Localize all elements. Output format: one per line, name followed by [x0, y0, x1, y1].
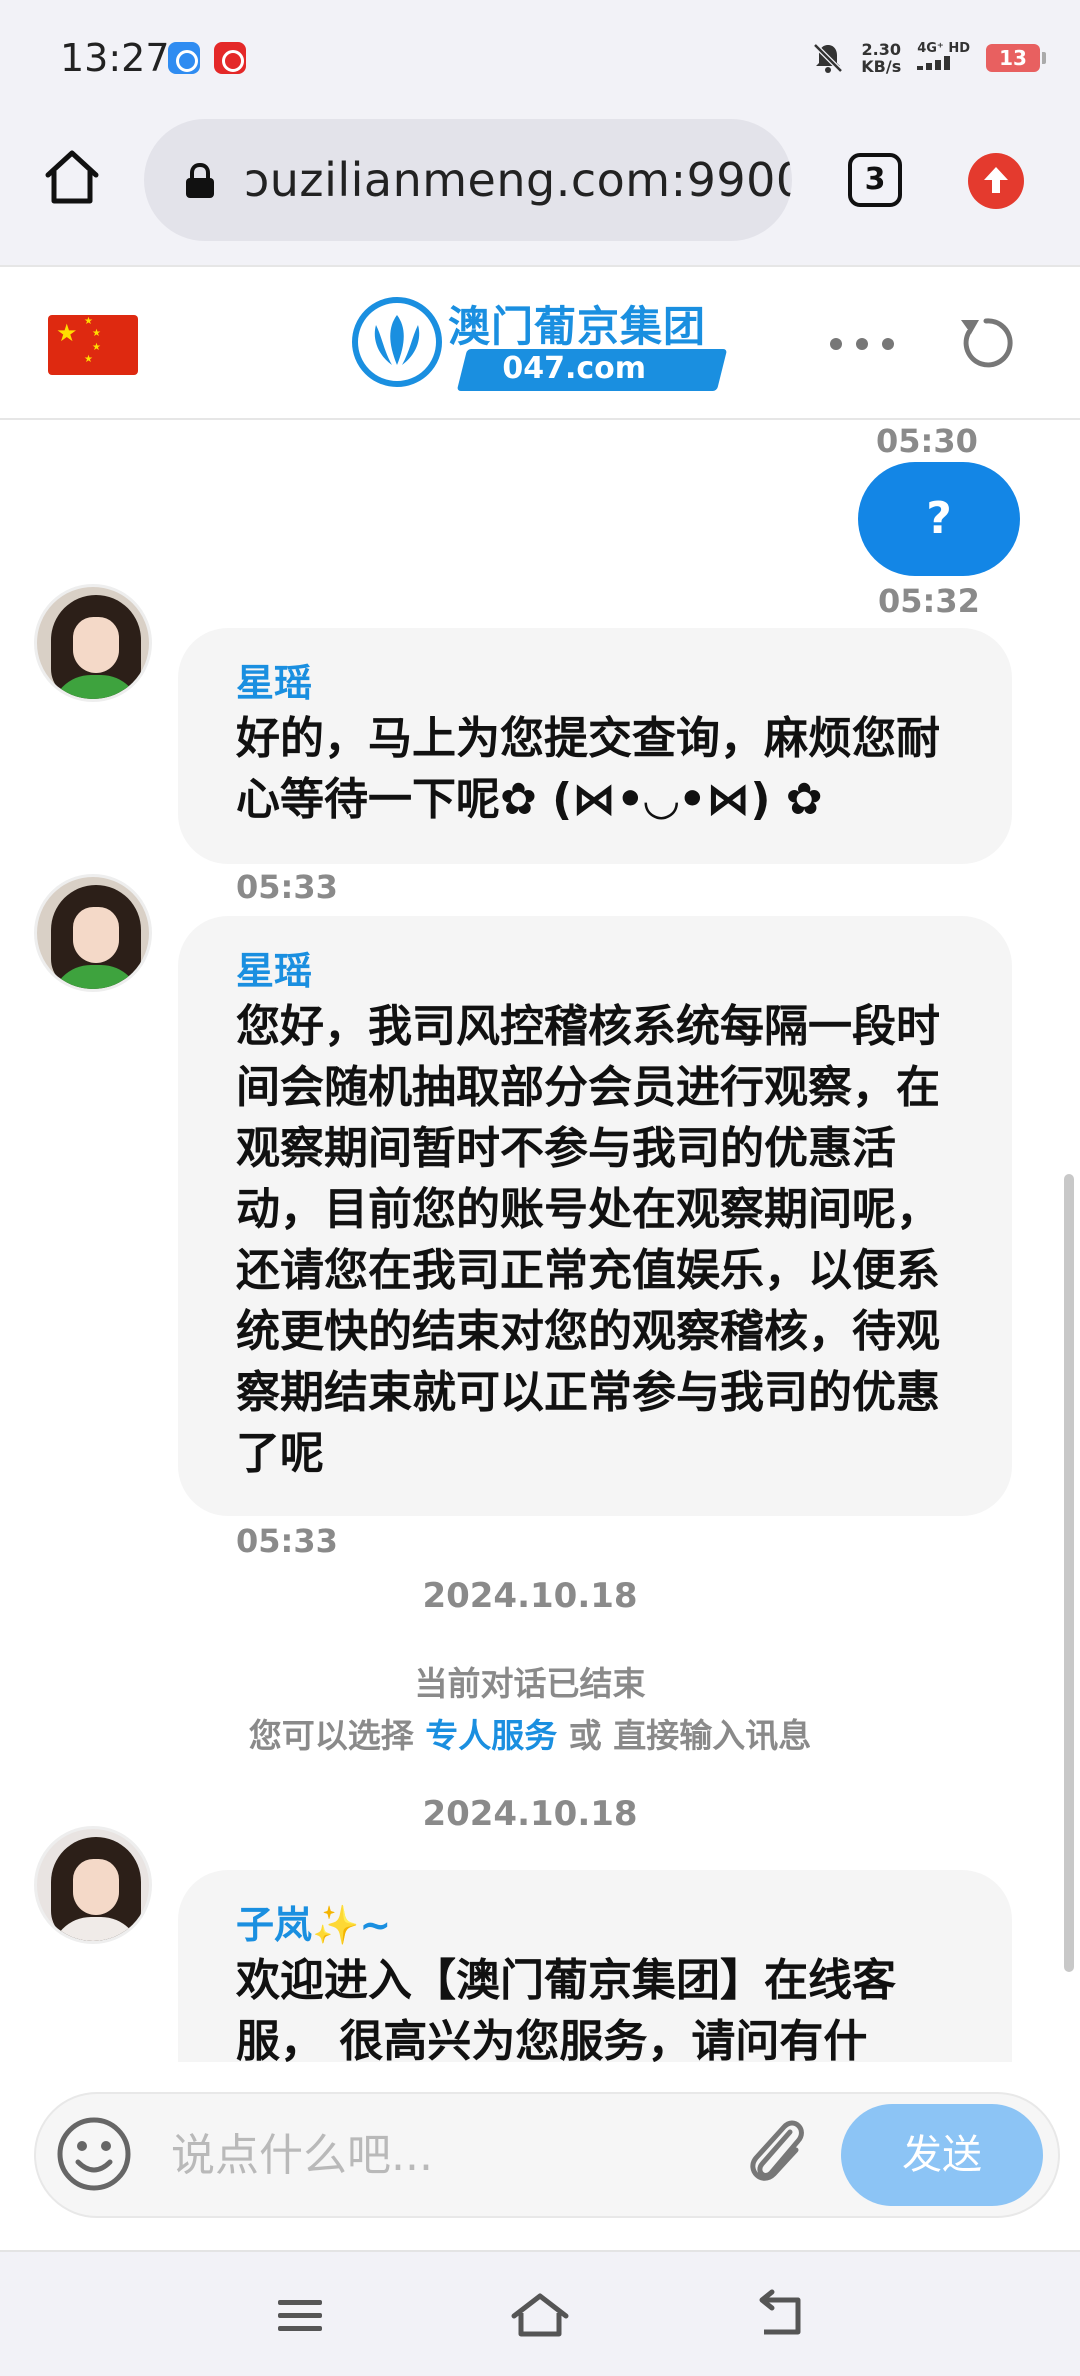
logo-emblem-icon	[352, 297, 442, 387]
back-icon[interactable]	[750, 2288, 810, 2344]
message-input[interactable]	[171, 2122, 731, 2188]
sender-name: 子岚✨~	[236, 1903, 392, 1947]
music-notification-icon	[214, 42, 246, 74]
message-time: 05:33	[236, 868, 338, 906]
human-service-link[interactable]: 专人服务	[425, 1716, 557, 1755]
tab-switcher-button[interactable]: 3	[848, 153, 902, 207]
app-notification-icon	[168, 42, 200, 74]
date-divider: 2024.10.18	[422, 1576, 638, 1616]
message-time: 05:30	[876, 422, 978, 460]
message-text: 好的，马上为您提交查询，麻烦您耐心等待一下呢✿ (⋈•◡•⋈) ✿	[236, 713, 940, 825]
agent-message-bubble: 星瑶 好的，马上为您提交查询，麻烦您耐心等待一下呢✿ (⋈•◡•⋈) ✿	[178, 628, 1012, 864]
conversation-ended-notice: 当前对话已结束 您可以选择 专人服务 或 直接输入讯息	[248, 1664, 812, 1755]
status-indicators: 2.30 KB/s 4G⁺ HD 13	[811, 36, 1046, 80]
upload-arrow-icon[interactable]	[968, 153, 1024, 209]
message-time: 05:32	[878, 582, 980, 620]
status-time: 13:27	[60, 36, 170, 80]
agent-message-bubble: 子岚✨~ 欢迎进入【澳门葡京集团】在线客服， 很高兴为您服务，请问有什	[178, 1870, 1012, 2062]
mute-bell-icon	[811, 41, 845, 75]
agent-avatar[interactable]	[34, 874, 152, 992]
user-message-bubble: ?	[858, 462, 1020, 576]
message-text: 您好，我司风控稽核系统每隔一段时间会随机抽取部分会员进行观察，在观察期间暂时不参…	[236, 1001, 940, 1479]
refresh-icon[interactable]	[955, 312, 1017, 374]
agent-avatar[interactable]	[34, 1826, 152, 1944]
emoji-icon[interactable]	[54, 2114, 134, 2194]
browser-toolbar: ɔuzilianmeng.com:9900 3	[0, 115, 1080, 265]
message-text: 欢迎进入【澳门葡京集团】在线客服， 很高兴为您服务，请问有什	[236, 1955, 896, 2062]
network-speed: 2.30 KB/s	[861, 40, 902, 76]
chat-scrollbar[interactable]	[1064, 1174, 1074, 1972]
message-composer: 发送	[34, 2092, 1060, 2218]
menu-icon[interactable]	[270, 2288, 330, 2344]
signal-icon: 4G⁺ HD	[917, 42, 970, 74]
logo-domain-banner: 047.com	[456, 349, 728, 391]
site-logo[interactable]: 澳门葡京集团 047.com	[352, 293, 732, 397]
status-bar: 13:27 2.30 KB/s 4G⁺ HD 13	[0, 0, 1080, 115]
sender-name: 星瑶	[236, 661, 313, 705]
address-bar[interactable]: ɔuzilianmeng.com:9900	[144, 119, 792, 241]
home-nav-icon[interactable]	[510, 2288, 570, 2344]
site-header: ★ ★ ★ ★ ★ 澳门葡京集团 047.com	[0, 265, 1080, 420]
china-flag-icon[interactable]: ★ ★ ★ ★ ★	[48, 315, 138, 375]
agent-message-bubble: 星瑶 您好，我司风控稽核系统每隔一段时间会随机抽取部分会员进行观察，在观察期间暂…	[178, 916, 1012, 1516]
home-icon[interactable]	[40, 145, 104, 209]
logo-name: 澳门葡京集团	[448, 302, 707, 351]
message-time: 05:33	[236, 1522, 338, 1560]
chat-messages[interactable]: 05:30 ? 05:32 星瑶 好的，马上为您提交查询，麻烦您耐心等待一下呢✿…	[0, 422, 1080, 2062]
lock-icon	[184, 162, 216, 199]
date-divider: 2024.10.18	[422, 1794, 638, 1834]
url-text: ɔuzilianmeng.com:9900	[244, 153, 792, 207]
battery-icon: 13	[986, 44, 1046, 72]
sender-name: 星瑶	[236, 949, 313, 993]
agent-avatar[interactable]	[34, 584, 152, 702]
more-options-icon[interactable]	[830, 329, 910, 359]
paperclip-icon[interactable]	[736, 2110, 816, 2196]
system-nav-bar	[0, 2250, 1080, 2376]
send-button[interactable]: 发送	[841, 2104, 1043, 2206]
